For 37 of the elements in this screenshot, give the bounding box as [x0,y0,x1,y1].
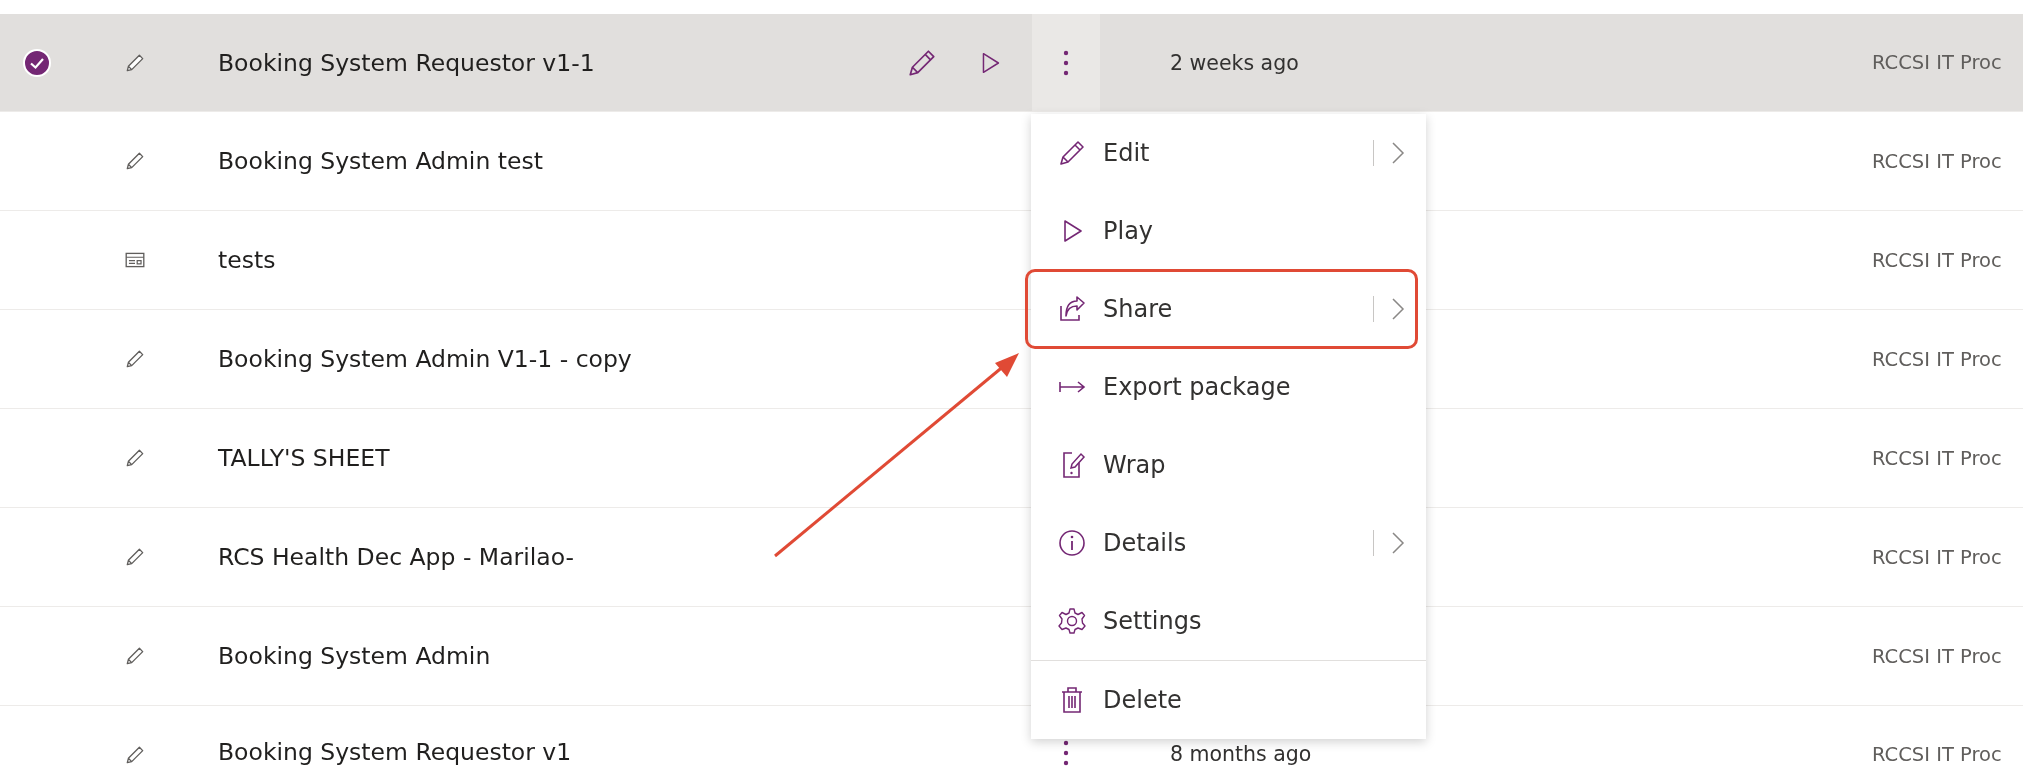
app-name[interactable]: Booking System Admin V1-1 - copy [218,345,632,373]
app-name[interactable]: Booking System Admin [218,642,491,670]
pencil-icon [124,546,146,568]
app-name[interactable]: Booking System Requestor v1 [218,738,572,766]
owner-name: RCCSI IT Proc [1872,545,2002,569]
owner-name: RCCSI IT Proc [1872,51,2002,74]
pencil-icon [124,645,146,667]
modified-time: 8 months ago [1170,742,1312,766]
app-name[interactable]: Booking System Requestor v1-1 [218,48,595,77]
owner-name: RCCSI IT Proc [1872,743,2002,766]
checkmark-icon[interactable] [22,47,52,78]
pencil-icon [1057,138,1087,168]
modified-time: 2 weeks ago [1170,50,1299,75]
owner-name: RCCSI IT Proc [1872,446,2002,470]
more-icon [1063,49,1069,76]
chevron-right-icon[interactable] [1390,296,1406,322]
pencil-icon [124,744,146,766]
menu-item[interactable]: Wrap [1031,426,1426,504]
share-icon [1057,294,1087,324]
chevron-right-icon[interactable] [1390,140,1406,166]
app-name[interactable]: Booking System Admin test [218,147,543,175]
pencil-icon [124,447,146,469]
more-icon [1063,740,1069,766]
list-row[interactable]: Booking System Requestor v1-1 2 weeks ago RCCSI IT Proc [0,14,2023,112]
owner-name: RCCSI IT Proc [1872,347,2002,371]
pencil-icon [124,150,146,172]
app-name[interactable]: RCS Health Dec App - Marilao- [218,543,574,571]
owner-name: RCCSI IT Proc [1872,149,2002,173]
info-icon [1057,528,1087,558]
settings-icon [1057,606,1087,636]
menu-item[interactable]: Edit [1031,114,1426,192]
owner-name: RCCSI IT Proc [1872,644,2002,668]
pencil-icon [124,348,146,370]
app-name[interactable]: TALLY'S SHEET [218,444,390,472]
app-name[interactable]: tests [218,246,276,274]
owner-name: RCCSI IT Proc [1872,248,2002,272]
chevron-right-icon[interactable] [1390,530,1406,556]
